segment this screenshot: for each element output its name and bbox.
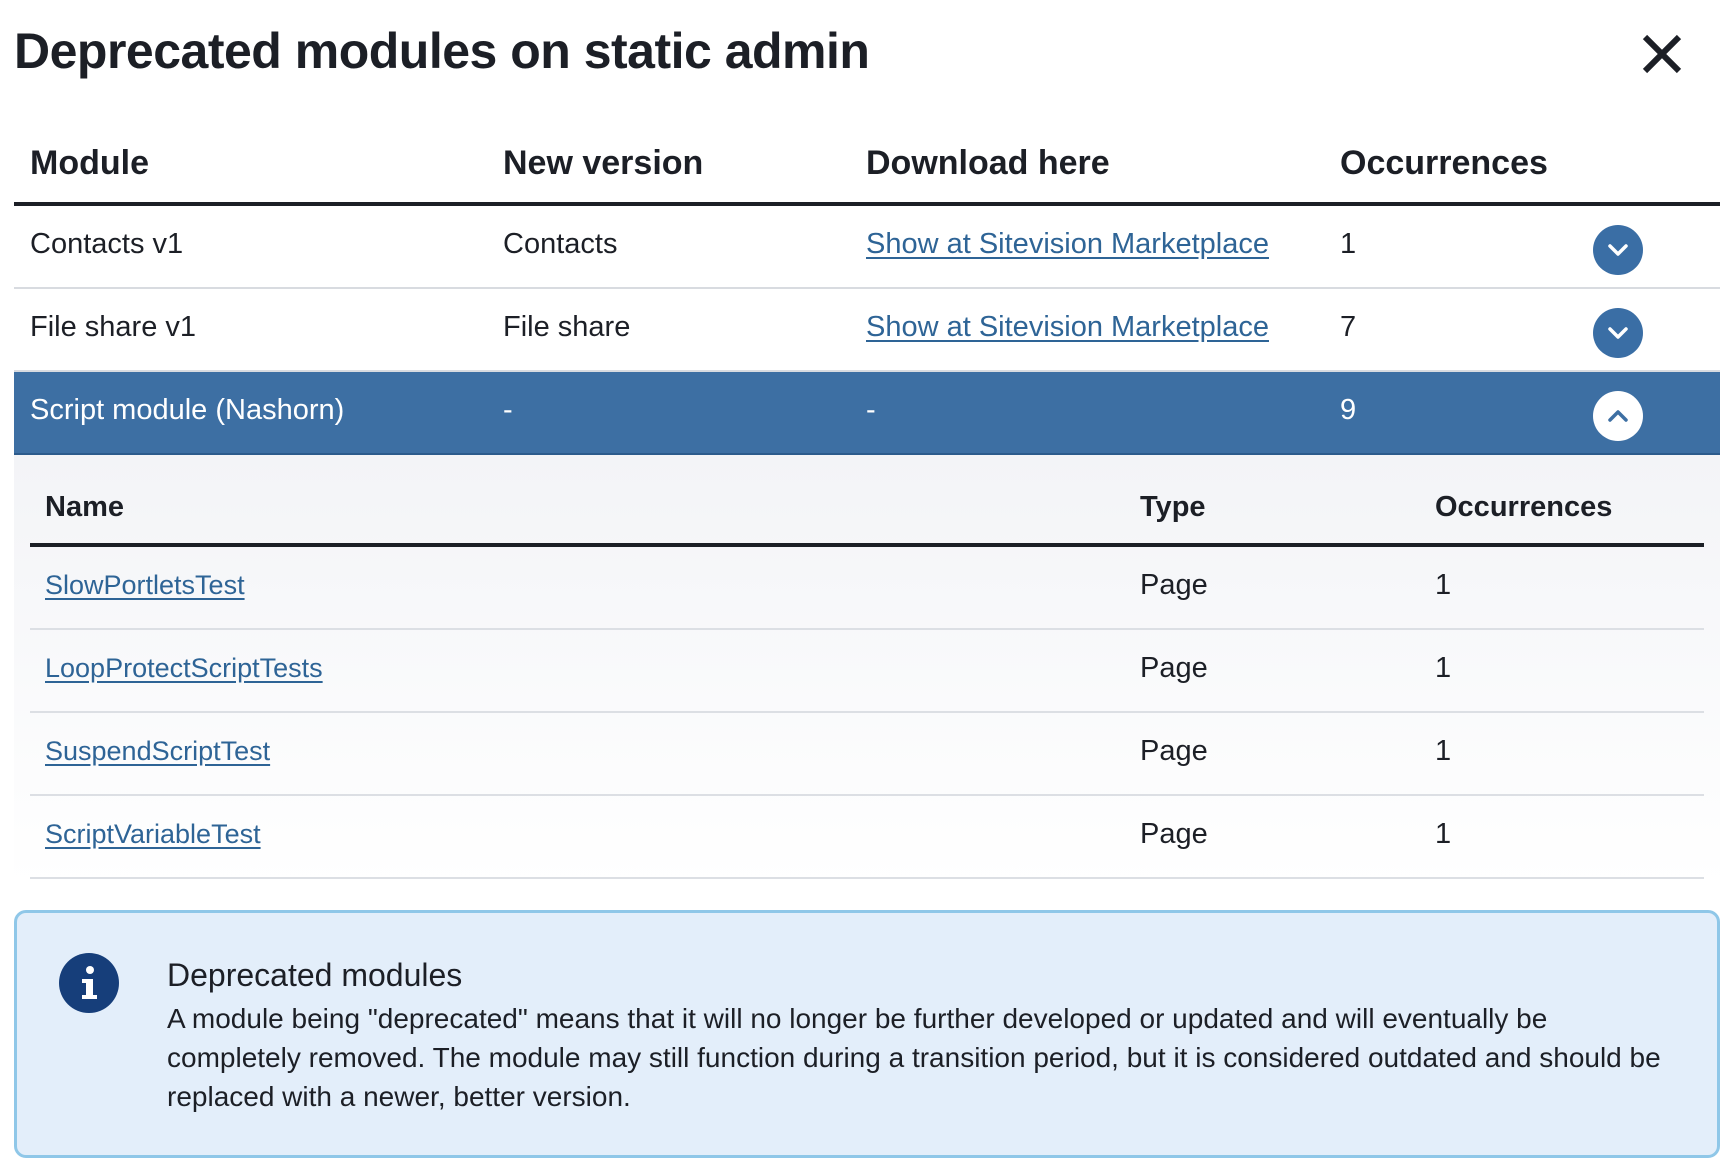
page-link[interactable]: ScriptVariableTest bbox=[45, 819, 261, 850]
usage-occurrences: 1 bbox=[1435, 818, 1452, 850]
new-version: File share bbox=[503, 311, 631, 343]
info-text: A module being "deprecated" means that i… bbox=[167, 1003, 1661, 1112]
modules-table: Module New version Download here Occurre… bbox=[14, 118, 1720, 885]
page-link[interactable]: SlowPortletsTest bbox=[45, 570, 245, 601]
usage-type: Page bbox=[1140, 818, 1208, 850]
chevron-down-icon bbox=[1608, 327, 1628, 339]
table-row-expanded: Script module (Nashorn) - - 9 bbox=[14, 372, 1720, 455]
header-occurrences: Occurrences bbox=[1435, 491, 1613, 523]
usage-occurrences: 1 bbox=[1435, 735, 1452, 767]
chevron-down-icon bbox=[1608, 244, 1628, 256]
module-name: Contacts v1 bbox=[30, 228, 184, 260]
info-alert: Deprecated modules A module being "depre… bbox=[14, 910, 1720, 1158]
usage-row: SuspendScriptTest Page 1 bbox=[30, 713, 1704, 796]
usage-details-panel: Name Type Occurrences SlowPortletsTest P… bbox=[14, 455, 1720, 885]
marketplace-link[interactable]: Show at Sitevision Marketplace bbox=[866, 311, 1269, 344]
usage-type: Page bbox=[1140, 735, 1208, 767]
module-name: File share v1 bbox=[30, 311, 197, 343]
header-type: Type bbox=[1140, 491, 1206, 523]
page-link[interactable]: LoopProtectScriptTests bbox=[45, 653, 323, 684]
usage-row: ScriptVariableTest Page 1 bbox=[30, 796, 1704, 879]
usage-table-header: Name Type Occurrences bbox=[30, 455, 1704, 547]
occurrences-count: 7 bbox=[1340, 311, 1357, 343]
deprecated-modules-dialog: Deprecated modules on static admin Modul… bbox=[0, 0, 1728, 1164]
collapse-row-button[interactable] bbox=[1593, 391, 1643, 441]
occurrences-count: 1 bbox=[1340, 228, 1357, 260]
expand-row-button[interactable] bbox=[1593, 308, 1643, 358]
header-download-here: Download here bbox=[866, 144, 1110, 182]
chevron-up-icon bbox=[1608, 410, 1628, 422]
close-icon bbox=[1642, 34, 1682, 74]
table-row: File share v1 File share Show at Sitevis… bbox=[14, 289, 1720, 372]
new-version: Contacts bbox=[503, 228, 618, 260]
usage-occurrences: 1 bbox=[1435, 652, 1452, 684]
header-module: Module bbox=[30, 144, 149, 182]
usage-occurrences: 1 bbox=[1435, 569, 1452, 601]
info-icon bbox=[59, 953, 119, 1013]
page-link[interactable]: SuspendScriptTest bbox=[45, 736, 270, 767]
usage-row: LoopProtectScriptTests Page 1 bbox=[30, 630, 1704, 713]
new-version: - bbox=[503, 394, 513, 426]
info-title: Deprecated modules bbox=[167, 957, 463, 993]
download-none: - bbox=[866, 394, 876, 426]
table-row: Contacts v1 Contacts Show at Sitevision … bbox=[14, 206, 1720, 289]
header-occurrences: Occurrences bbox=[1340, 144, 1548, 182]
marketplace-link[interactable]: Show at Sitevision Marketplace bbox=[866, 228, 1269, 261]
modules-table-header: Module New version Download here Occurre… bbox=[14, 118, 1720, 206]
occurrences-count: 9 bbox=[1340, 394, 1357, 426]
close-button[interactable] bbox=[1632, 24, 1692, 84]
usage-type: Page bbox=[1140, 652, 1208, 684]
header-name: Name bbox=[45, 491, 124, 523]
expand-row-button[interactable] bbox=[1593, 225, 1643, 275]
dialog-title: Deprecated modules on static admin bbox=[14, 23, 870, 79]
usage-type: Page bbox=[1140, 569, 1208, 601]
module-name: Script module (Nashorn) bbox=[30, 394, 345, 426]
header-new-version: New version bbox=[503, 144, 704, 182]
usage-row: SlowPortletsTest Page 1 bbox=[30, 547, 1704, 630]
